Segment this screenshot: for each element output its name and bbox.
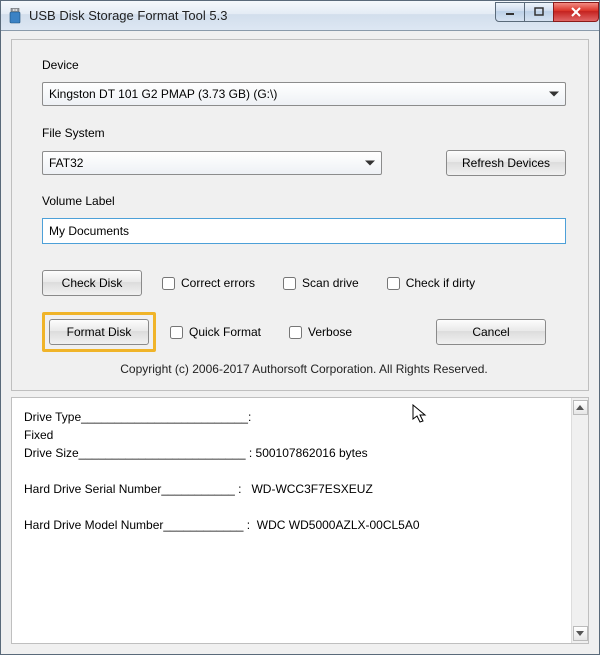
maximize-button[interactable] — [524, 2, 554, 22]
cancel-button[interactable]: Cancel — [436, 319, 546, 345]
drive-info-pane: Drive Type_________________________: Fix… — [11, 397, 589, 644]
drive-info-text: Drive Type_________________________: Fix… — [12, 398, 571, 643]
quick-format-label: Quick Format — [189, 325, 261, 339]
correct-errors-checkbox[interactable] — [162, 277, 175, 290]
format-disk-highlight: Format Disk — [42, 312, 156, 352]
scroll-down-button[interactable] — [573, 626, 588, 641]
filesystem-select[interactable]: FAT32 — [42, 151, 382, 175]
vertical-scrollbar[interactable] — [571, 398, 588, 643]
close-button[interactable] — [553, 2, 599, 22]
scan-drive-check[interactable]: Scan drive — [283, 276, 359, 290]
volume-label-input[interactable] — [42, 218, 566, 244]
check-if-dirty-checkbox[interactable] — [387, 277, 400, 290]
filesystem-select-value: FAT32 — [49, 156, 83, 170]
format-disk-row: Format Disk Quick Format Verbose Cancel — [42, 312, 566, 352]
format-disk-button[interactable]: Format Disk — [49, 319, 149, 345]
titlebar[interactable]: USB Disk Storage Format Tool 5.3 — [1, 1, 599, 31]
quick-format-checkbox[interactable] — [170, 326, 183, 339]
chevron-up-icon — [576, 405, 584, 410]
quick-format-check[interactable]: Quick Format — [170, 325, 261, 339]
window-title: USB Disk Storage Format Tool 5.3 — [29, 8, 496, 23]
chevron-down-icon — [549, 92, 559, 97]
usb-drive-icon — [7, 8, 23, 24]
device-label: Device — [42, 58, 566, 72]
scan-drive-checkbox[interactable] — [283, 277, 296, 290]
main-panel: Device Kingston DT 101 G2 PMAP (3.73 GB)… — [11, 39, 589, 391]
check-if-dirty-check[interactable]: Check if dirty — [387, 276, 475, 290]
scan-drive-label: Scan drive — [302, 276, 359, 290]
verbose-checkbox[interactable] — [289, 326, 302, 339]
chevron-down-icon — [576, 631, 584, 636]
filesystem-label: File System — [42, 126, 566, 140]
verbose-label: Verbose — [308, 325, 352, 339]
volume-label-label: Volume Label — [42, 194, 566, 208]
verbose-check[interactable]: Verbose — [289, 325, 352, 339]
correct-errors-label: Correct errors — [181, 276, 255, 290]
device-select-value: Kingston DT 101 G2 PMAP (3.73 GB) (G:\) — [49, 87, 277, 101]
minimize-button[interactable] — [495, 2, 525, 22]
chevron-down-icon — [365, 161, 375, 166]
window-controls — [496, 2, 599, 22]
device-select[interactable]: Kingston DT 101 G2 PMAP (3.73 GB) (G:\) — [42, 82, 566, 106]
check-disk-button[interactable]: Check Disk — [42, 270, 142, 296]
check-if-dirty-label: Check if dirty — [406, 276, 475, 290]
check-disk-row: Check Disk Correct errors Scan drive Che… — [42, 270, 566, 296]
content-area: Device Kingston DT 101 G2 PMAP (3.73 GB)… — [1, 31, 599, 654]
copyright-text: Copyright (c) 2006-2017 Authorsoft Corpo… — [42, 362, 566, 376]
scroll-up-button[interactable] — [573, 400, 588, 415]
correct-errors-check[interactable]: Correct errors — [162, 276, 255, 290]
app-window: USB Disk Storage Format Tool 5.3 Device … — [0, 0, 600, 655]
refresh-devices-button[interactable]: Refresh Devices — [446, 150, 566, 176]
